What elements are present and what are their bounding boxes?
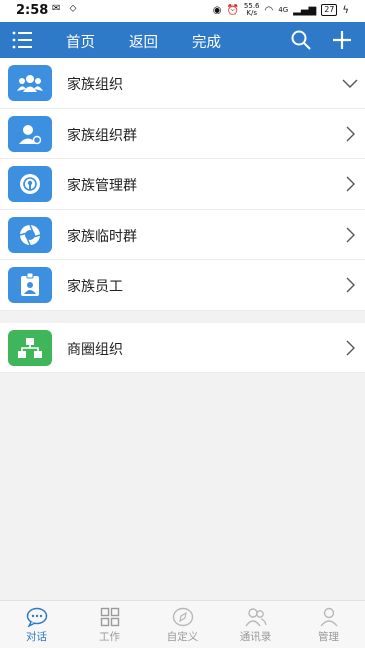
id-badge-icon	[8, 267, 52, 303]
net-speed: 55.6 K/s	[244, 3, 260, 17]
chevron-right-icon	[346, 227, 355, 242]
list-item-label: 家族员工	[67, 279, 123, 295]
bottom-nav: 对话 工作 自定义 通讯录 管理	[0, 600, 365, 648]
list-item-family-org[interactable]: 家族组织	[0, 58, 365, 109]
person-icon	[319, 607, 338, 627]
tab-label: 自定义	[166, 631, 199, 643]
back-link[interactable]: 返回	[129, 31, 158, 52]
chevron-right-icon	[346, 126, 355, 141]
group-icon	[8, 65, 52, 101]
tab-custom[interactable]: 自定义	[146, 601, 219, 648]
org-list: 家族组织 家族组织群 家族管理群 家族临时群 家族员工 商圈组织	[0, 58, 365, 373]
list-item-label: 家族管理群	[67, 178, 137, 194]
add-icon[interactable]	[331, 29, 353, 51]
tab-chat[interactable]: 对话	[0, 601, 73, 648]
wifi-icon: ◠	[264, 4, 274, 16]
charging-icon: ϟ	[342, 4, 349, 16]
list-item-label: 家族组织群	[67, 127, 137, 144]
list-item-family-org-group[interactable]: 家族组织群	[0, 108, 365, 159]
status-right: ◉ ⏰ 55.6 K/s ◠ 4G ▂▄▆ 27 ϟ	[213, 3, 349, 17]
signal-label: 4G	[278, 6, 289, 14]
search-icon[interactable]	[290, 29, 312, 51]
list-item-family-mgmt-group[interactable]: 家族管理群	[0, 159, 365, 210]
status-time: 2:58	[16, 3, 49, 18]
chevron-right-icon	[346, 176, 355, 192]
list-item-label: 家族临时群	[67, 228, 137, 245]
chevron-right-icon	[346, 277, 355, 293]
list-item-label: 家族组织	[67, 77, 123, 93]
net-speed-unit: K/s	[246, 9, 257, 17]
tab-manage[interactable]: 管理	[292, 601, 365, 648]
contacts-icon	[244, 608, 267, 627]
home-link[interactable]: 首页	[66, 31, 95, 52]
eye-icon: ◉	[212, 4, 222, 16]
tab-work[interactable]: 工作	[73, 601, 146, 648]
chat-icon	[26, 607, 47, 627]
tab-label: 对话	[26, 631, 47, 643]
list-item-family-staff[interactable]: 家族员工	[0, 260, 365, 311]
tab-label: 工作	[99, 631, 120, 643]
list-item-business-org[interactable]: 商圈组织	[0, 322, 365, 373]
top-bar: 首页 返回 完成	[0, 22, 365, 58]
list-item-family-temp-group[interactable]: 家族临时群	[0, 209, 365, 260]
battery-icon: 27	[321, 4, 338, 16]
notification-icons: ✉ ⬦	[52, 3, 80, 14]
done-link[interactable]: 完成	[192, 31, 221, 52]
tab-contacts[interactable]: 通讯录	[219, 601, 292, 648]
chevron-right-icon	[346, 340, 355, 355]
alarm-icon: ⏰	[226, 4, 239, 16]
tab-label: 管理	[318, 631, 339, 643]
status-bar: 2:58 ✉ ⬦ ◉ ⏰ 55.6 K/s ◠ 4G ▂▄▆ 27 ϟ	[0, 0, 365, 22]
signal-icon: ▂▄▆	[293, 4, 317, 16]
broadcast-icon	[8, 166, 52, 202]
tab-label: 通讯录	[239, 631, 272, 643]
list-item-label: 商圈组织	[67, 341, 123, 358]
menu-icon[interactable]	[12, 30, 34, 50]
org-chart-icon	[8, 329, 52, 366]
aperture-icon	[8, 216, 52, 253]
grid-icon	[100, 607, 119, 627]
user-settings-icon	[8, 115, 52, 152]
section-divider	[0, 310, 365, 323]
chevron-down-icon	[342, 79, 358, 88]
compass-icon	[172, 607, 193, 627]
